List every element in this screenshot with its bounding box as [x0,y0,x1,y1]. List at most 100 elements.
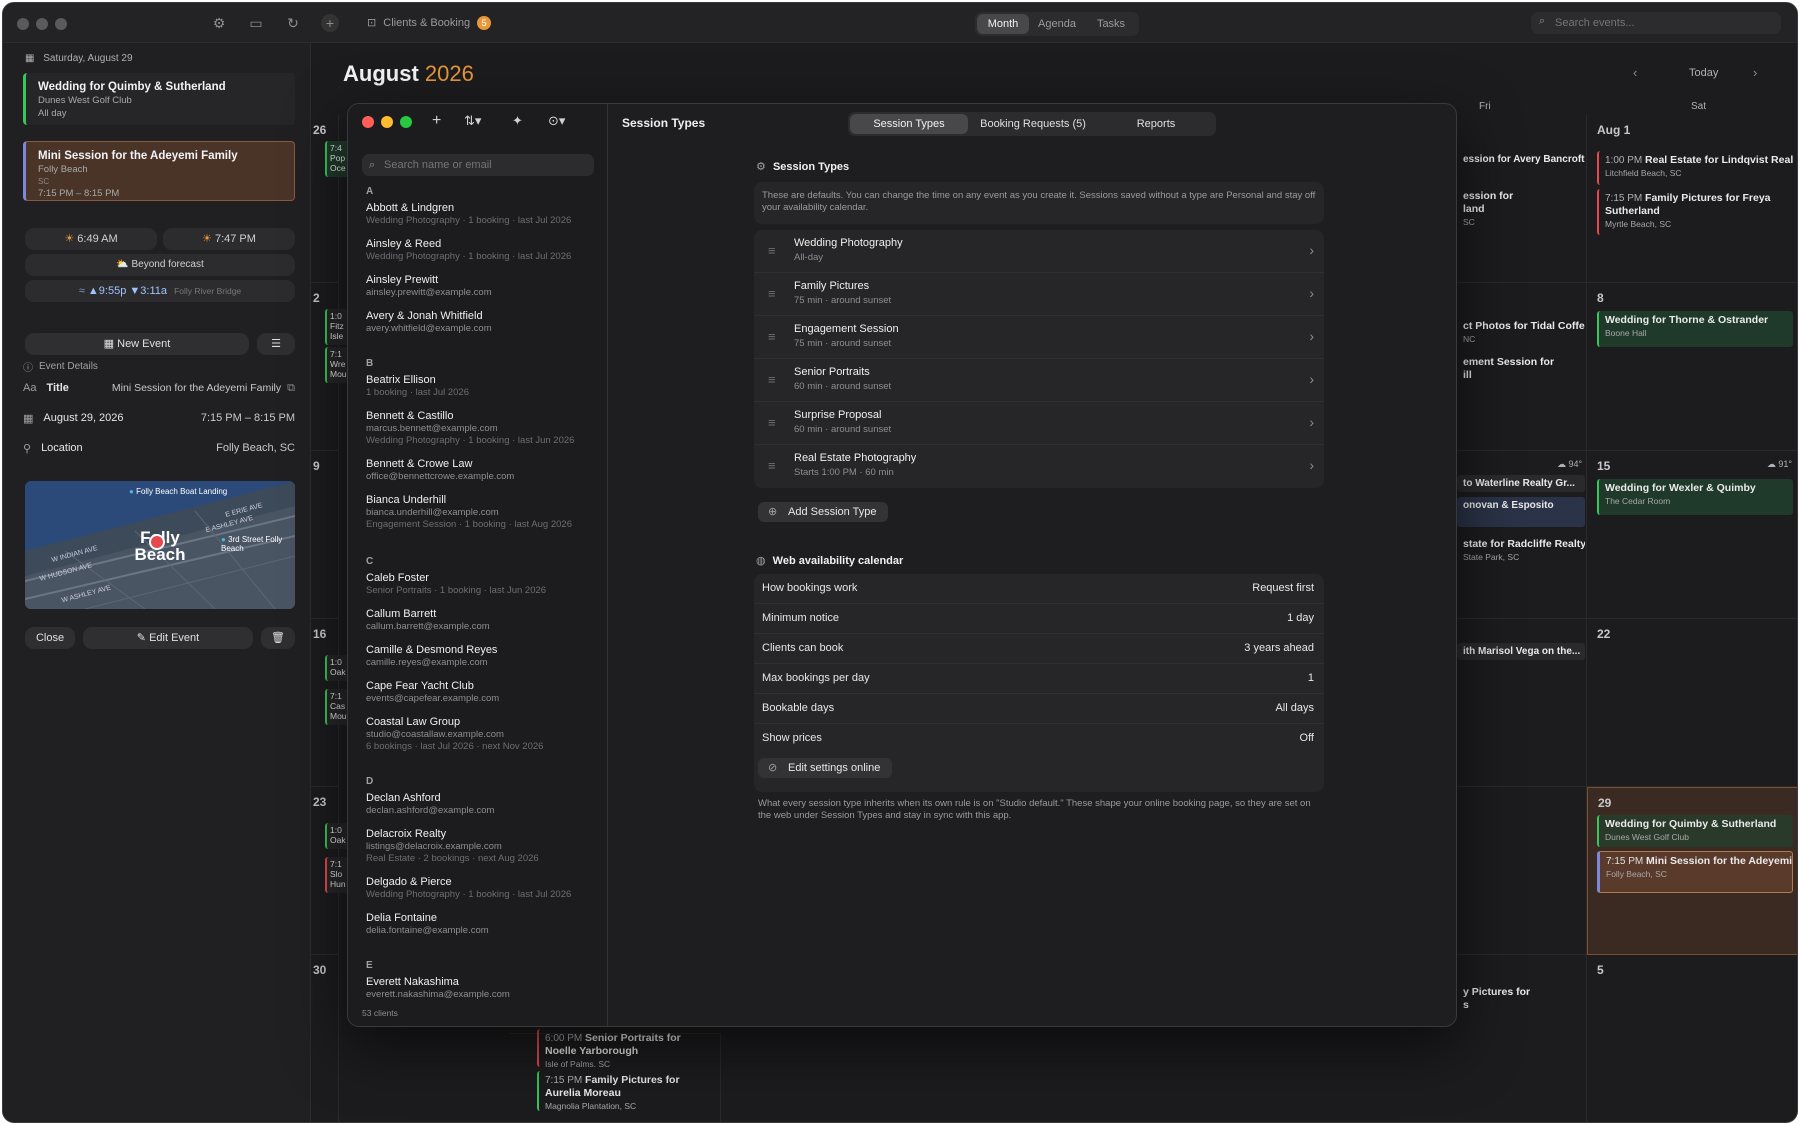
date-row[interactable]: ▦ August 29, 2026 7:15 PM – 8:15 PM [23,408,295,428]
close-window-button[interactable] [17,18,29,30]
event-fragment[interactable]: 7:4 Pop Oce [325,141,349,177]
copy-icon[interactable]: ⧉ [287,382,295,395]
tab-reports[interactable]: Reports [1098,114,1214,134]
session-type-row[interactable]: ≡ Wedding Photography All-day › [754,230,1324,273]
sidebar-toggle-icon[interactable]: ▭ [247,14,265,32]
gear-icon[interactable]: ⚙ [210,14,228,32]
refresh-icon[interactable]: ↻ [284,14,302,32]
session-type-row[interactable]: ≡ Senior Portraits 60 min · around sunset › [754,359,1324,402]
sidebar-event-mini-session[interactable]: Mini Session for the Adeyemi Family Foll… [23,141,295,201]
session-type-row[interactable]: ≡ Family Pictures 75 min · around sunset › [754,273,1324,316]
drag-handle-icon[interactable]: ≡ [768,329,776,344]
today-button[interactable]: Today [1689,67,1718,79]
add-client-icon[interactable]: + [432,112,441,130]
client-row[interactable]: Coastal Law Group studio@coastallaw.examp… [366,716,596,752]
edit-settings-online-button[interactable]: ⊘ Edit settings online [758,758,892,778]
client-row[interactable]: Bianca Underhill bianca.underhill@example… [366,494,596,530]
add-icon[interactable]: + [321,14,339,32]
modal-minimize-button[interactable] [381,116,393,128]
client-row[interactable]: Delacroix Realty listings@delacroix.examp… [366,828,596,864]
location-row[interactable]: ⚲ Location Folly Beach, SC [23,438,295,458]
tab-tasks[interactable]: Tasks [1085,14,1137,34]
event-card[interactable]: 7:15 PM Family Pictures for Freya Suther… [1597,189,1793,235]
client-row[interactable]: Declan Ashford declan.ashford@example.com [366,792,596,816]
client-row[interactable]: Caleb Foster Senior Portraits · 1 booking… [366,572,596,596]
tab-session-types[interactable]: Session Types [850,114,968,134]
drag-handle-icon[interactable]: ≡ [768,458,776,473]
event-fragment[interactable]: ession for Avery Bancroft [1457,151,1585,168]
event-card[interactable]: Wedding for Quimby & Sutherland Dunes Wes… [1597,815,1793,847]
tab-agenda[interactable]: Agenda [1029,14,1085,34]
event-fragment[interactable]: 7:1 Slo Hun [325,857,349,893]
delete-button[interactable]: 🗑 [261,627,295,649]
event-fragment[interactable]: state for Radcliffe Realty State Park, SC [1457,535,1585,567]
event-fragment[interactable]: ct Photos for Tidal Coffee NC [1457,317,1585,349]
tab-booking-requests[interactable]: Booking Requests (5) [968,114,1098,134]
client-row[interactable]: Delgado & Pierce Wedding Photography · 1 … [366,876,596,900]
day-cell[interactable]: 22 [1587,619,1797,787]
sort-icon[interactable]: ⇅▾ [464,113,481,129]
client-row[interactable]: Delia Fontaine delia.fontaine@example.com [366,912,596,936]
client-row[interactable]: Callum Barrett callum.barrett@example.com [366,608,596,632]
event-fragment[interactable]: 7:1 Wre Mou [325,347,349,383]
session-type-row[interactable]: ≡ Surprise Proposal 60 min · around sunset… [754,402,1324,445]
zoom-window-button[interactable] [55,18,67,30]
session-type-row[interactable]: ≡ Real Estate Photography Starts 1:00 PM ·… [754,445,1324,488]
client-row[interactable]: Cape Fear Yacht Club events@capefear.exam… [366,680,596,704]
event-card-selected[interactable]: 7:15 PM Mini Session for the Adeyemi Fam… [1597,851,1793,893]
drag-handle-icon[interactable]: ≡ [768,415,776,430]
add-session-type-button[interactable]: ⊕ Add Session Type [758,502,888,522]
more-icon[interactable]: ⊙▾ [548,113,565,129]
day-cell[interactable]: 30 [311,955,339,1122]
edit-event-button[interactable]: ✎ Edit Event [83,627,253,649]
drag-handle-icon[interactable]: ≡ [768,243,776,258]
title-value[interactable]: Mini Session for the Adeyemi Family [112,382,281,394]
list-view-button[interactable]: ☰ [257,333,295,355]
client-row[interactable]: Bennett & Crowe Law office@bennettcrowe.e… [366,458,596,482]
event-fragment[interactable]: 7:1 Cas Mou [325,689,349,725]
event-card[interactable]: 7:15 PM Family Pictures for Aurelia More… [537,1071,717,1111]
search-events-input[interactable] [1555,15,1765,31]
client-search-input[interactable] [384,159,584,171]
next-month-icon[interactable]: › [1753,65,1757,80]
day-cell[interactable]: 15 ☁ 91° [1587,451,1797,619]
client-row[interactable]: Abbott & Lindgren Wedding Photography · 1… [366,202,596,226]
location-map[interactable]: ● Folly Beach Boat Landing Folly Beach ●… [25,481,295,609]
event-fragment[interactable]: ession for land SC [1457,187,1585,232]
event-fragment[interactable]: ith Marisol Vega on the... [1457,643,1585,660]
client-search-field[interactable]: ⌕ [362,154,594,176]
client-row[interactable]: Camille & Desmond Reyes camille.reyes@exa… [366,644,596,668]
event-fragment[interactable]: y Pictures for s [1457,983,1585,1015]
prev-month-icon[interactable]: ‹ [1633,65,1637,80]
drag-handle-icon[interactable]: ≡ [768,372,776,387]
event-fragment[interactable]: to Waterline Realty Gr... [1457,475,1585,492]
new-event-button[interactable]: ▦ New Event [25,333,249,355]
event-fragment[interactable]: 1:0 Oak [325,823,349,849]
client-row[interactable]: Ainsley Prewitt ainsley.prewitt@example.c… [366,274,596,298]
day-cell[interactable]: 9 [311,451,339,619]
client-row[interactable]: Bennett & Castillo marcus.bennett@example… [366,410,596,446]
event-card[interactable]: Wedding for Thorne & Ostrander Boone Hall [1597,311,1793,347]
calendar-selector[interactable]: ⊡ Clients & Booking 5 [367,16,492,30]
sidebar-event-wedding[interactable]: Wedding for Quimby & Sutherland Dunes We… [23,73,295,125]
drag-handle-icon[interactable]: ≡ [768,286,776,301]
event-card[interactable]: Wedding for Wexler & Quimby The Cedar Roo… [1597,479,1793,515]
modal-close-button[interactable] [362,116,374,128]
sparkle-icon[interactable]: ✦ [512,113,523,129]
event-fragment[interactable]: onovan & Esposito [1457,497,1585,527]
event-fragment[interactable]: ement Session for ill [1457,353,1585,385]
event-card[interactable]: 1:00 PM Real Estate for Lindqvist Realty… [1597,151,1793,185]
session-type-row[interactable]: ≡ Engagement Session 75 min · around sunse… [754,316,1324,359]
day-cell[interactable]: 5 [1587,955,1797,1122]
day-cell[interactable]: 8 [1587,283,1797,451]
client-row[interactable]: Avery & Jonah Whitfield avery.whitfield@e… [366,310,596,334]
client-row[interactable]: Ainsley & Reed Wedding Photography · 1 bo… [366,238,596,262]
search-events-field[interactable]: ⌕ [1531,12,1781,34]
event-fragment[interactable]: 1:0 Fitz Isle [325,309,349,345]
event-fragment[interactable]: 1:0 Oak [325,655,349,681]
modal-zoom-button[interactable] [400,116,412,128]
tab-month[interactable]: Month [977,14,1029,34]
close-button[interactable]: Close [25,627,75,649]
client-row[interactable]: Everett Nakashima everett.nakashima@examp… [366,976,596,1000]
client-row[interactable]: Beatrix Ellison 1 booking · last Jul 2026 [366,374,596,398]
